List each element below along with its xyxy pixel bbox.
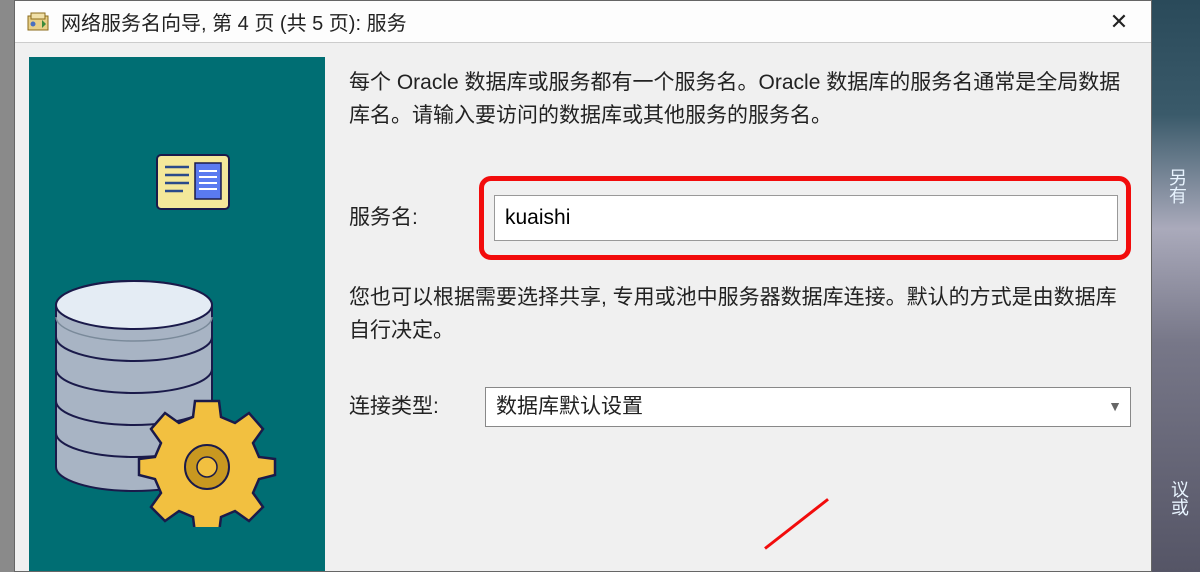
connection-type-row: 连接类型: 数据库默认设置 ▼: [349, 387, 1131, 427]
window-title: 网络服务名向导, 第 4 页 (共 5 页): 服务: [61, 7, 1099, 36]
description-text-1: 每个 Oracle 数据库或服务都有一个服务名。Oracle 数据库的服务名通常…: [349, 67, 1131, 132]
titlebar: 网络服务名向导, 第 4 页 (共 5 页): 服务 ✕: [15, 1, 1151, 43]
arrow-annotation: [764, 498, 829, 550]
service-name-label: 服务名:: [349, 202, 485, 235]
form-panel: 每个 Oracle 数据库或服务都有一个服务名。Oracle 数据库的服务名通常…: [349, 57, 1137, 571]
content-area: 每个 Oracle 数据库或服务都有一个服务名。Oracle 数据库的服务名通常…: [15, 43, 1151, 571]
connection-type-value: 数据库默认设置: [496, 391, 643, 424]
connection-type-label: 连接类型:: [349, 391, 485, 424]
service-name-input[interactable]: [494, 195, 1118, 241]
side-text-1: 另有: [1164, 168, 1190, 204]
wizard-window: 网络服务名向导, 第 4 页 (共 5 页): 服务 ✕: [14, 0, 1152, 572]
document-icon: [149, 145, 241, 224]
side-text-2: 议或: [1166, 480, 1192, 516]
highlight-annotation: [479, 176, 1131, 260]
connection-type-select[interactable]: 数据库默认设置 ▼: [485, 387, 1131, 427]
background-decoration: 另有 议或: [1152, 0, 1200, 572]
wizard-graphic-panel: [29, 57, 325, 571]
close-button[interactable]: ✕: [1099, 7, 1139, 37]
service-name-row: 服务名:: [349, 176, 1131, 260]
close-icon: ✕: [1110, 11, 1128, 33]
chevron-down-icon: ▼: [1108, 396, 1122, 418]
gear-icon: [137, 387, 277, 532]
app-icon: [25, 9, 51, 35]
description-text-2: 您也可以根据需要选择共享, 专用或池中服务器数据库连接。默认的方式是由数据库自行…: [349, 282, 1131, 347]
